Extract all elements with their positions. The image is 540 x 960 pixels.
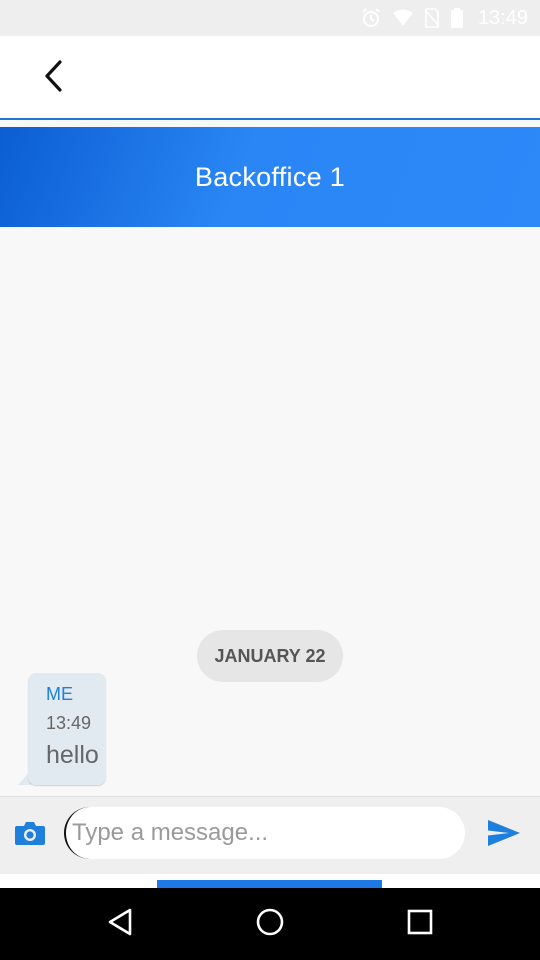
message-time: 13:49 [46,713,92,733]
alarm-icon [360,7,382,29]
back-button[interactable] [30,54,78,102]
system-nav-bar [0,888,540,960]
camera-button[interactable] [10,817,50,853]
app-bar [0,36,540,120]
message-sender: ME [46,684,73,704]
recents-square-icon [406,908,434,941]
message-list[interactable]: JANUARY 22 ME 13:49 hello [0,227,540,796]
back-triangle-icon [106,907,134,942]
send-button[interactable] [482,817,526,853]
send-icon [487,819,521,852]
camera-icon [14,820,46,851]
chat-title: Backoffice 1 [194,161,346,192]
status-bar: 13:49 [0,0,540,36]
date-separator: JANUARY 22 [197,630,343,682]
status-icons: 13:49 [360,6,528,30]
nav-home-button[interactable] [246,900,294,948]
message-text: hello [46,741,99,769]
message-composer [0,796,540,874]
progress-indicator [157,880,382,888]
status-time: 13:49 [477,6,528,29]
home-circle-icon [255,907,285,942]
chevron-left-icon [42,59,66,98]
battery-icon [450,8,464,28]
message-item[interactable]: ME 13:49 hello [18,673,108,787]
nav-back-button[interactable] [96,900,144,948]
nav-recents-button[interactable] [396,900,444,948]
wifi-icon [392,9,414,27]
message-bubble: ME 13:49 hello [28,673,106,785]
no-sim-icon [424,8,440,28]
chat-header: Backoffice 1 [0,127,540,227]
message-input[interactable] [64,807,465,859]
